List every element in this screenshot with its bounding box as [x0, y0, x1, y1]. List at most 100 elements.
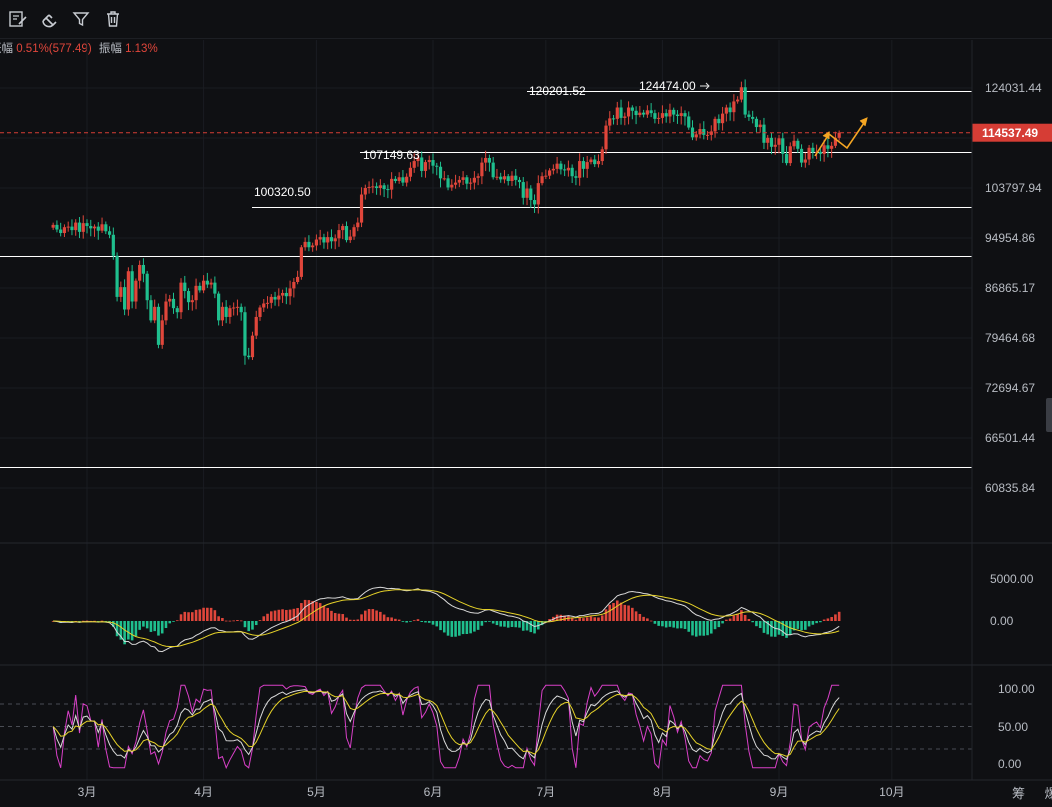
candle-body — [378, 185, 382, 188]
candle-body — [401, 177, 405, 183]
candle-body — [239, 306, 243, 313]
candle-body — [491, 162, 495, 178]
candle-body — [183, 282, 187, 292]
candle-body — [442, 178, 446, 180]
candle-body — [758, 124, 762, 128]
macd-histogram-bar — [465, 621, 469, 634]
macd-histogram-bar — [751, 621, 754, 623]
candle-body — [344, 226, 349, 241]
candle-body — [769, 137, 774, 147]
candle-body — [356, 222, 360, 228]
macd-histogram-bar — [837, 611, 841, 621]
candle-body — [420, 157, 424, 171]
macd-histogram-bar — [183, 611, 187, 621]
corner-labels[interactable]: 筹 爆 — [1012, 783, 1052, 802]
candle-body — [461, 177, 465, 180]
macd-histogram-bar — [585, 617, 589, 621]
macd-histogram-bar — [593, 617, 597, 621]
macd-histogram-bar — [258, 620, 262, 622]
price-tick-label: 94954.86 — [985, 231, 1035, 245]
macd-histogram-bar — [484, 621, 487, 623]
macd-histogram-bar — [706, 621, 709, 636]
macd-histogram-bar — [379, 611, 382, 621]
macd-histogram-bar — [251, 621, 254, 630]
candle-body — [683, 113, 687, 117]
candle-body — [517, 179, 522, 183]
candle-body — [341, 226, 345, 231]
candle-body — [514, 175, 518, 180]
candle-body — [465, 177, 469, 184]
candle-body — [698, 128, 702, 135]
candle-body — [532, 200, 537, 205]
candle-body — [322, 237, 326, 243]
candle-body — [529, 188, 533, 201]
macd-histogram-bar — [691, 621, 694, 636]
price-tick-label: 79464.68 — [985, 331, 1035, 345]
price-chart[interactable]: 114537.49 100320.50 107149.63 120201.52 1244… — [0, 0, 1052, 807]
candle-body — [435, 165, 439, 167]
time-tick-label: 6月 — [424, 785, 443, 799]
macd-histogram-bar — [521, 621, 525, 631]
candle-body — [826, 145, 830, 149]
candle-body — [81, 223, 85, 232]
candle-body — [224, 306, 228, 317]
macd-histogram-bar — [446, 621, 450, 636]
candle-body — [453, 182, 458, 185]
candle-body — [615, 107, 619, 119]
candle-body — [299, 247, 303, 277]
macd-histogram-bar — [262, 616, 266, 621]
macd-histogram-bar — [608, 604, 612, 621]
candle-body — [593, 159, 597, 165]
macd-histogram-bar — [762, 621, 766, 633]
macd-histogram-bar — [269, 611, 273, 621]
candle-body — [92, 226, 97, 229]
candle-body — [754, 118, 759, 128]
macd-histogram-bar — [442, 621, 446, 633]
candle-body — [303, 241, 307, 248]
candle-body — [277, 295, 281, 300]
candle-body — [104, 224, 108, 232]
macd-histogram-bar — [698, 621, 702, 636]
time-tick-label: 7月 — [536, 785, 555, 799]
axes: 3月 4月 5月 6月 7月 8月 9月 10月 124031.44 103797.94 94954… — [0, 40, 1052, 799]
candle-body — [649, 110, 653, 114]
candle-body — [55, 224, 59, 230]
candle-body — [540, 176, 544, 184]
macd-histogram-bar — [668, 621, 672, 627]
macd-histogram-bar — [619, 602, 623, 621]
candle-body — [736, 99, 740, 102]
macd-histogram-bar — [364, 610, 367, 621]
panel-handle[interactable] — [1046, 398, 1052, 432]
candle-body — [100, 224, 104, 231]
candle-body — [480, 162, 484, 177]
price-tick-label: 124031.44 — [985, 81, 1042, 95]
macd-histogram-bar — [228, 620, 232, 622]
macd-histogram-bar — [164, 621, 168, 629]
candle-body — [70, 226, 74, 231]
kdj-d-line — [52, 690, 840, 757]
macd-histogram-bar — [815, 621, 818, 624]
macd-histogram-bar — [209, 607, 213, 621]
candle-body — [130, 271, 134, 302]
candle-body — [126, 271, 130, 310]
macd-tick-label: 0.00 — [990, 614, 1014, 628]
current-price-label: 114537.49 — [982, 126, 1038, 140]
macd-histogram-bar — [646, 618, 649, 621]
candle-body — [578, 161, 582, 178]
candle-body — [412, 161, 416, 168]
candle-body — [119, 287, 123, 297]
macd-histogram-bar — [807, 621, 811, 627]
macd-histogram-bar — [785, 621, 788, 638]
macd-histogram-bar — [292, 608, 296, 621]
candle-body — [138, 264, 142, 281]
macd-histogram-bar — [600, 615, 604, 621]
candle-body — [288, 288, 292, 297]
time-tick-label: 8月 — [653, 785, 672, 799]
macd-histogram-bar — [401, 621, 405, 622]
candle-body — [228, 308, 232, 317]
candle-body — [634, 110, 638, 116]
candle-body — [232, 307, 236, 309]
candle-body — [156, 306, 161, 345]
candle-body — [694, 134, 698, 138]
candle-body — [732, 101, 736, 113]
